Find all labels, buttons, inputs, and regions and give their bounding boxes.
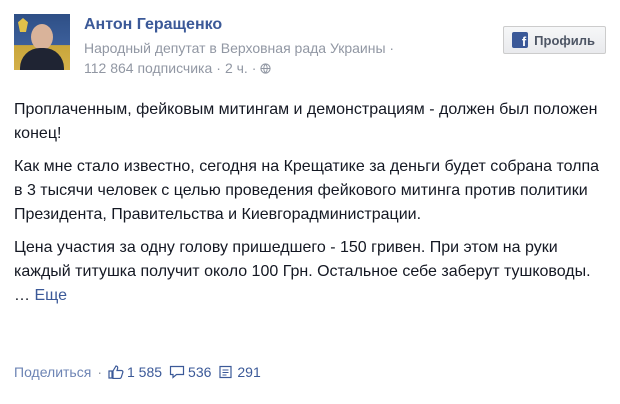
likes-value: 1 585 [126,364,163,380]
avatar-head [31,24,53,50]
actions-separator: · [97,364,102,380]
post-header: Антон Геращенко Народный депутат в Верхо… [14,14,606,78]
post-time[interactable]: 2 ч. [225,60,248,76]
subscriber-count: 112 864 подписчика [84,60,213,76]
post-paragraph-1: Проплаченным, фейковым митингам и демонс… [14,101,598,142]
post-actions: Поделиться · 1 585 536 291 [14,364,268,380]
profile-button-label: Профиль [534,32,595,48]
author-subtitle: Народный депутат в Верховная рада Украин… [84,40,395,56]
facebook-icon: f [512,32,529,48]
profile-button[interactable]: f Профиль [503,26,606,54]
post-paragraph-3: Цена участия за одну голову пришедшего -… [14,236,604,308]
shares-value: 291 [237,364,261,380]
globe-icon[interactable] [260,62,272,74]
thumbs-up-icon [108,365,124,379]
comment-icon [169,365,185,379]
shares-count[interactable]: 291 [218,364,261,380]
post-paragraph-3-text: Цена участия за одну голову пришедшего -… [14,239,591,304]
share-link[interactable]: Поделиться [14,364,91,380]
comments-count[interactable]: 536 [169,364,211,380]
post-paragraph-2: Как мне стало известно, сегодня на Креща… [14,158,600,223]
comments-value: 536 [188,364,212,380]
see-more-link[interactable]: Еще [34,287,67,304]
author-name[interactable]: Антон Геращенко [84,16,222,34]
post-meta: 112 864 подписчика · 2 ч. · [84,60,272,76]
post-body: Проплаченным, фейковым митингам и демонс… [14,98,604,317]
likes-count[interactable]: 1 585 [108,364,162,380]
share-icon [219,365,232,379]
avatar[interactable] [14,14,70,70]
meta-separator-2: · [251,60,257,76]
meta-separator: · [216,60,221,76]
